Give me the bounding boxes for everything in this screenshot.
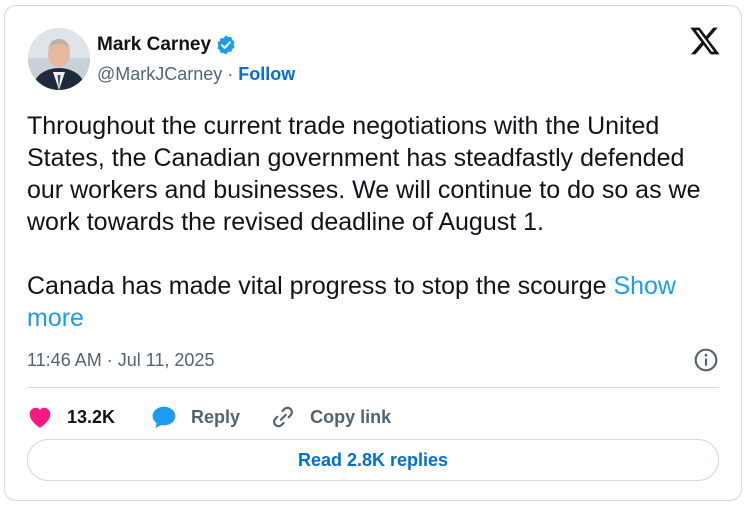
tweet-text: Throughout the current trade negotiation… xyxy=(27,110,727,334)
x-logo-icon[interactable] xyxy=(689,26,721,56)
link-icon xyxy=(273,406,294,428)
tweet-timestamp[interactable]: 11:46 AM · Jul 11, 2025 xyxy=(27,350,214,371)
heart-icon xyxy=(29,407,51,428)
like-button[interactable]: 13.2K xyxy=(27,405,115,429)
verified-badge-icon xyxy=(215,34,237,56)
author-handle[interactable]: @MarkJCarney xyxy=(97,64,222,85)
copy-link-label: Copy link xyxy=(310,406,392,427)
follow-button[interactable]: Follow xyxy=(238,64,295,85)
tweet-paragraph-2-text: Canada has made vital progress to stop t… xyxy=(27,272,614,300)
action-bar: 13.2K Reply Copy link xyxy=(27,399,391,435)
author-handle-row: @MarkJCarney · Follow xyxy=(97,64,295,85)
divider xyxy=(27,387,719,388)
read-replies-button[interactable]: Read 2.8K replies xyxy=(27,439,719,481)
reply-label: Reply xyxy=(191,406,241,427)
separator-dot: · xyxy=(227,64,234,84)
tweet-paragraph-1: Throughout the current trade negotiation… xyxy=(27,112,701,236)
avatar[interactable] xyxy=(28,28,90,90)
reply-button[interactable]: Reply xyxy=(151,405,240,429)
author-name-row: Mark Carney xyxy=(97,33,237,57)
info-icon[interactable] xyxy=(693,347,719,373)
tweet-paragraph-2: Canada has made vital progress to stop t… xyxy=(27,270,727,334)
speech-bubble-icon xyxy=(152,406,176,429)
like-count: 13.2K xyxy=(67,406,116,427)
author-name[interactable]: Mark Carney xyxy=(97,34,211,56)
copy-link-button[interactable]: Copy link xyxy=(270,404,391,430)
tweet-card: Mark Carney @MarkJCarney · Follow Throug… xyxy=(4,5,742,501)
